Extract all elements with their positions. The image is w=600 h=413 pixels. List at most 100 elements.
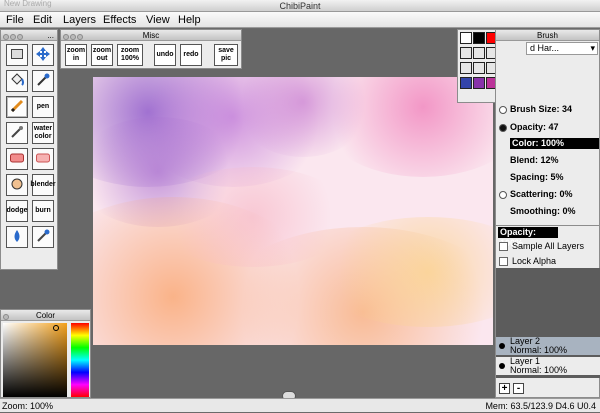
color-palette: Color bbox=[0, 309, 91, 398]
add-layer-button[interactable]: + bbox=[499, 383, 510, 394]
add-layer-label: + bbox=[501, 383, 508, 394]
brush-tip-select[interactable]: d Har... ▾ bbox=[526, 42, 598, 55]
layer-opacity-slider[interactable]: Opacity: 100% bbox=[498, 227, 558, 248]
menu-help[interactable]: Help bbox=[178, 12, 201, 28]
blender-tool-label: blender bbox=[30, 181, 56, 188]
brush-scattering-radio[interactable] bbox=[499, 190, 507, 199]
window-controls[interactable] bbox=[3, 32, 24, 43]
burn-tool[interactable]: burn bbox=[32, 200, 54, 222]
wand-icon bbox=[36, 73, 50, 90]
brush-blend-row[interactable]: Blend: 12% bbox=[510, 155, 559, 166]
menu-layers[interactable]: Layers bbox=[63, 12, 96, 28]
window-controls[interactable] bbox=[3, 312, 10, 323]
misc-palette: Misc zoom in zoom out zoom 100% undo red… bbox=[60, 29, 242, 69]
pencil-icon bbox=[10, 99, 24, 116]
lock-alpha-checkbox[interactable] bbox=[499, 257, 508, 267]
color-swatch[interactable] bbox=[473, 77, 485, 89]
layer-item[interactable]: Layer 1 Normal: 100% bbox=[496, 357, 600, 375]
redo-button[interactable]: redo bbox=[180, 44, 202, 66]
remove-layer-label: - bbox=[516, 383, 521, 394]
brush-palette-titlebar[interactable]: Brush bbox=[496, 30, 599, 41]
window-titlebar: New Drawing ChibiPaint bbox=[0, 0, 600, 12]
misc-palette-titlebar[interactable]: Misc bbox=[61, 30, 241, 41]
tools-palette-titlebar[interactable]: ... bbox=[1, 30, 57, 41]
brush-smoothing-row[interactable]: Smoothing: 0% bbox=[510, 206, 576, 217]
sample-all-layers-checkbox[interactable] bbox=[499, 242, 508, 252]
color-palette-titlebar[interactable]: Color bbox=[1, 310, 90, 321]
ghost-window-title: New Drawing bbox=[4, 0, 52, 8]
color-swatch[interactable] bbox=[473, 47, 485, 59]
brush-color-slider[interactable]: Color: 100% bbox=[510, 138, 599, 149]
brush-opacity-radio[interactable] bbox=[499, 123, 507, 132]
eyedropper-icon bbox=[36, 229, 50, 246]
drop-icon bbox=[11, 229, 23, 246]
magic-wand-tool[interactable] bbox=[32, 70, 54, 92]
brush-size-radio[interactable] bbox=[499, 105, 507, 114]
color-swatch[interactable] bbox=[460, 47, 472, 59]
zoom-status: Zoom: 100% bbox=[2, 401, 54, 411]
zoom-out-button[interactable]: zoom out bbox=[91, 44, 113, 66]
brush-scattering-row[interactable]: Scattering: 0% bbox=[499, 189, 573, 200]
blur-tool[interactable] bbox=[6, 226, 28, 248]
move-tool[interactable] bbox=[32, 44, 54, 66]
dodge-tool[interactable]: dodge bbox=[6, 200, 28, 222]
blender-tool[interactable]: blender bbox=[30, 174, 56, 196]
move-icon bbox=[36, 46, 50, 64]
zoom-100-button[interactable]: zoom 100% bbox=[117, 44, 143, 66]
save-pic-button[interactable]: save pic bbox=[214, 44, 238, 66]
brush-size-row[interactable]: Brush Size: 34 bbox=[499, 104, 572, 115]
color-swatch[interactable] bbox=[460, 62, 472, 74]
zoom-in-button[interactable]: zoom in bbox=[65, 44, 87, 66]
color-swatch[interactable] bbox=[460, 32, 472, 44]
brush-opacity-row[interactable]: Opacity: 47 bbox=[499, 122, 559, 133]
airbrush-icon bbox=[10, 125, 24, 142]
smudge-icon bbox=[10, 177, 24, 194]
layer-info: Layer 2 Normal: 100% bbox=[510, 337, 598, 355]
burn-tool-label: burn bbox=[35, 207, 51, 214]
menu-view[interactable]: View bbox=[146, 12, 170, 28]
watercolor-tool[interactable]: water color bbox=[32, 122, 54, 144]
brush-smoothing-label: Smoothing: 0% bbox=[510, 206, 576, 216]
lock-alpha-label: Lock Alpha bbox=[512, 256, 557, 266]
eyedropper-tool[interactable] bbox=[32, 226, 54, 248]
brush-palette-title: Brush bbox=[537, 31, 558, 40]
smudge-tool[interactable] bbox=[6, 174, 28, 196]
layer-mode: Normal: 100% bbox=[510, 365, 568, 375]
eraser-tool[interactable] bbox=[6, 148, 28, 170]
menu-file[interactable]: File bbox=[6, 12, 24, 28]
airbrush-tool[interactable] bbox=[6, 122, 28, 144]
floodfill-tool[interactable] bbox=[6, 70, 28, 92]
layers-palette: Opacity: 100% Sample All Layers Lock Alp… bbox=[495, 225, 600, 398]
layer-mode: Normal: 100% bbox=[510, 345, 568, 355]
rect-select-tool[interactable] bbox=[6, 44, 28, 66]
brush-palette: Brush d Har... ▾ Brush Size: 34 Opacity:… bbox=[495, 29, 600, 229]
sample-all-layers-row[interactable]: Sample All Layers bbox=[499, 240, 584, 252]
remove-layer-button[interactable]: - bbox=[513, 383, 524, 394]
color-swatch[interactable] bbox=[473, 62, 485, 74]
pen-tool[interactable]: pen bbox=[32, 96, 54, 118]
color-swatch[interactable] bbox=[473, 32, 485, 44]
menu-effects[interactable]: Effects bbox=[103, 12, 136, 28]
layer-visibility-icon[interactable] bbox=[499, 343, 505, 349]
color-swatch[interactable] bbox=[460, 77, 472, 89]
undo-button[interactable]: undo bbox=[154, 44, 176, 66]
drawing-canvas[interactable] bbox=[93, 77, 493, 345]
soft-eraser-tool[interactable] bbox=[32, 148, 54, 170]
chevron-down-icon: ▾ bbox=[590, 43, 595, 53]
layer-visibility-icon[interactable] bbox=[499, 363, 505, 369]
layer-item[interactable]: Layer 2 Normal: 100% bbox=[496, 337, 600, 355]
hue-slider[interactable] bbox=[71, 323, 89, 397]
brush-opacity-label: Opacity: 47 bbox=[510, 122, 559, 132]
pencil-tool[interactable] bbox=[6, 96, 28, 118]
brush-blend-label: Blend: 12% bbox=[510, 155, 559, 165]
brush-spacing-row[interactable]: Spacing: 5% bbox=[510, 172, 564, 183]
menu-edit[interactable]: Edit bbox=[33, 12, 52, 28]
tools-palette-title: ... bbox=[47, 31, 54, 40]
brush-tip-value: d Har... bbox=[530, 43, 560, 53]
lock-alpha-row[interactable]: Lock Alpha bbox=[499, 255, 556, 267]
picker-cursor-icon bbox=[53, 325, 59, 331]
window-controls[interactable] bbox=[63, 32, 84, 43]
sample-all-layers-label: Sample All Layers bbox=[512, 241, 585, 251]
saturation-value-picker[interactable] bbox=[3, 323, 67, 397]
brush-scattering-label: Scattering: 0% bbox=[510, 189, 573, 199]
